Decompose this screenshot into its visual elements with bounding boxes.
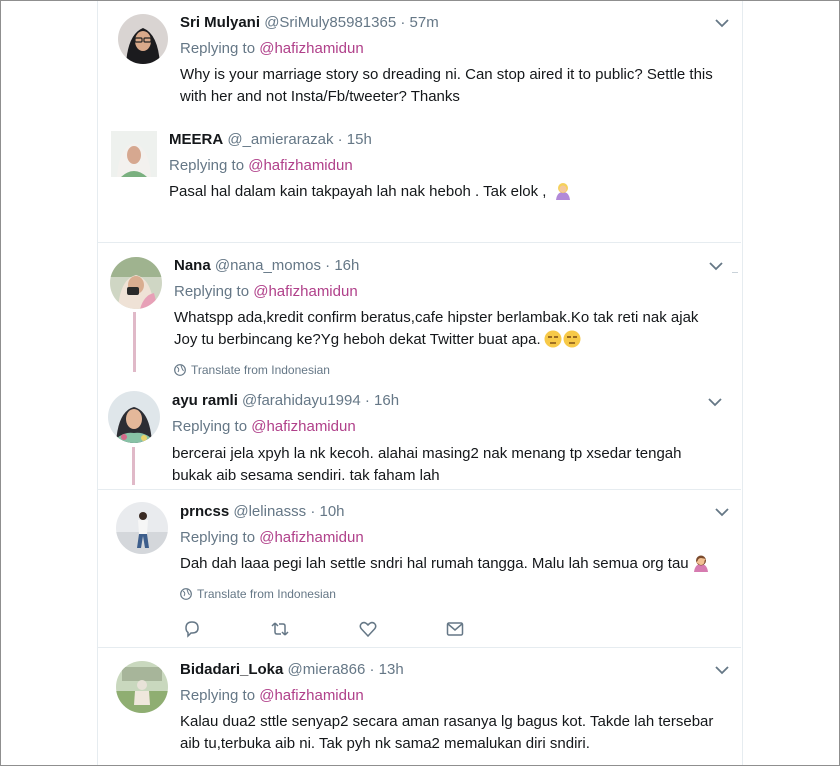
tweet-text: Why is your marriage story so dreading n… xyxy=(180,66,713,105)
thread-connector xyxy=(133,312,136,372)
chevron-down-icon[interactable] xyxy=(715,665,729,675)
display-name[interactable]: Sri Mulyani xyxy=(180,14,260,31)
tweet-text: bercerai jela xpyh la nk kecoh. alahai m… xyxy=(172,445,682,484)
globe-icon xyxy=(174,364,186,376)
avatar[interactable] xyxy=(110,257,162,309)
chevron-down-icon[interactable] xyxy=(715,18,729,28)
display-name[interactable]: Nana xyxy=(174,257,211,274)
avatar[interactable] xyxy=(116,502,168,554)
tweet-text: Dah dah laaa pegi lah settle sndri hal r… xyxy=(180,553,740,575)
replying-to-label: Replying to xyxy=(180,40,256,57)
user-handle[interactable]: @SriMuly85981365 xyxy=(264,14,396,31)
unamused-face-emoji xyxy=(544,330,562,348)
globe-icon xyxy=(180,588,192,600)
user-handle[interactable]: @nana_momos xyxy=(215,257,321,274)
person-blond-emoji xyxy=(555,183,570,200)
replying-to-label: Replying to xyxy=(172,418,248,435)
user-handle[interactable]: @_amierarazak xyxy=(227,131,333,148)
message-icon[interactable] xyxy=(445,619,465,639)
translate-link[interactable]: Translate from Indonesian xyxy=(180,587,336,601)
display-name[interactable]: MEERA xyxy=(169,131,223,148)
translate-link[interactable]: Translate from Indonesian xyxy=(174,363,330,377)
mention-link[interactable]: @hafizhamidun xyxy=(259,40,363,57)
display-name[interactable]: ayu ramli xyxy=(172,392,238,409)
unamused-face-emoji xyxy=(563,330,581,348)
mention-link[interactable]: @hafizhamidun xyxy=(259,687,363,704)
replying-to-label: Replying to xyxy=(180,687,256,704)
like-icon[interactable] xyxy=(358,619,378,639)
timestamp[interactable]: · 57m xyxy=(400,14,438,31)
timestamp[interactable]: · 16h xyxy=(325,257,359,274)
avatar[interactable] xyxy=(111,131,157,177)
tweet-text: Kalau dua2 sttle senyap2 secara aman ras… xyxy=(180,713,714,752)
mention-link[interactable]: @hafizhamidun xyxy=(259,529,363,546)
mention-link[interactable]: @hafizhamidun xyxy=(251,418,355,435)
tweet-ayu-ramli[interactable]: ayu ramli @farahidayu1994 · 16h Replying… xyxy=(1,383,839,489)
tweet-prncss[interactable]: prncss @lelinasss · 10h Replying to @haf… xyxy=(1,490,839,647)
tweet-text: Whatspp ada,kredit confirm beratus,cafe … xyxy=(174,309,699,348)
tweet-sri-mulyani[interactable]: Sri Mulyani @SriMuly85981365 · 57m Reply… xyxy=(1,1,839,121)
replying-to-label: Replying to xyxy=(169,157,245,174)
avatar[interactable] xyxy=(118,14,168,64)
chevron-down-icon[interactable] xyxy=(709,261,723,271)
chevron-down-icon[interactable] xyxy=(715,507,729,517)
user-handle[interactable]: @miera866 xyxy=(288,661,366,678)
retweet-icon[interactable] xyxy=(270,619,290,639)
thread-connector xyxy=(132,447,135,485)
user-handle[interactable]: @farahidayu1994 xyxy=(242,392,361,409)
replying-to-label: Replying to xyxy=(180,529,256,546)
display-name[interactable]: prncss xyxy=(180,503,229,520)
timestamp[interactable]: · 16h xyxy=(365,392,399,409)
display-name[interactable]: Bidadari_Loka xyxy=(180,661,283,678)
tweet-nana[interactable]: Nana @nana_momos · 16h Replying to @hafi… xyxy=(1,243,839,383)
timestamp[interactable]: · 13h xyxy=(369,661,403,678)
mention-link[interactable]: @hafizhamidun xyxy=(248,157,352,174)
chevron-down-icon[interactable] xyxy=(708,397,722,407)
reply-icon[interactable] xyxy=(182,619,202,639)
mention-link[interactable]: @hafizhamidun xyxy=(253,283,357,300)
timestamp[interactable]: · 10h xyxy=(310,503,344,520)
timestamp[interactable]: · 15h xyxy=(338,131,372,148)
tweet-bidadari-loka[interactable]: Bidadari_Loka @miera866 · 13h Replying t… xyxy=(1,648,839,765)
tweet-meera[interactable]: MEERA @_amierarazak · 15h Replying to @h… xyxy=(1,121,839,231)
user-handle[interactable]: @lelinasss xyxy=(233,503,306,520)
replying-to-label: Replying to xyxy=(174,283,250,300)
avatar[interactable] xyxy=(116,661,168,713)
person-facepalming-emoji xyxy=(693,555,708,572)
tweet-text: Pasal hal dalam kain takpayah lah nak he… xyxy=(169,181,729,203)
avatar[interactable] xyxy=(108,391,160,443)
screenshot-frame: Sri Mulyani @SriMuly85981365 · 57m Reply… xyxy=(0,0,840,766)
